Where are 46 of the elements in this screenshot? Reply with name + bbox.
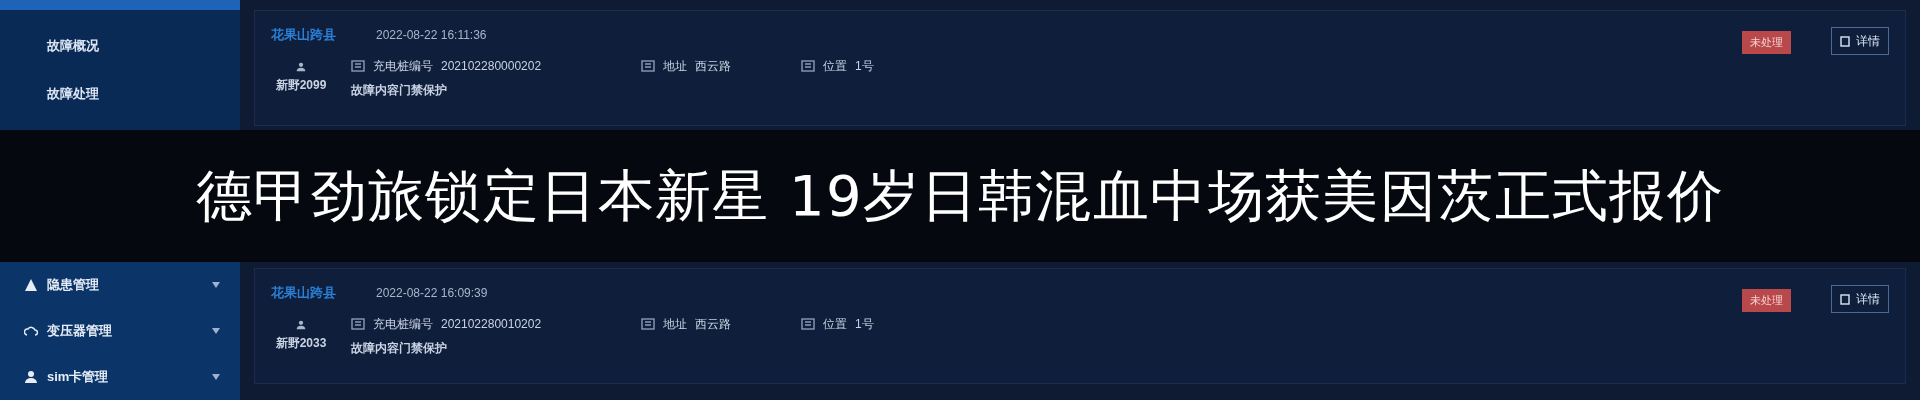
detail-button[interactable]: 详情: [1831, 27, 1889, 55]
site-link[interactable]: 花果山跨县: [271, 25, 336, 45]
field-value: 西云路: [695, 57, 731, 75]
field-value: 202102280010202: [441, 315, 542, 333]
status-badge: 未处理: [1742, 289, 1791, 312]
map-icon: [641, 59, 655, 72]
document-icon: [1840, 35, 1850, 47]
fault-content: 故障内容门禁保护: [351, 339, 448, 357]
chevron-icon: [212, 328, 220, 334]
field-label: 位置: [823, 315, 847, 333]
field-label: 充电桩编号: [373, 315, 433, 333]
user-name: 新野2099: [275, 76, 327, 94]
field-value: 1号: [855, 315, 874, 333]
field-label: 充电桩编号: [373, 57, 433, 75]
field-value: 1号: [855, 57, 874, 75]
user-name: 新野2033: [275, 334, 327, 352]
person-icon: [24, 370, 38, 384]
person-icon: [296, 319, 306, 330]
menu-item[interactable]: sim卡管理: [0, 354, 240, 400]
cloud-icon: [24, 324, 38, 338]
building-icon: [801, 317, 815, 330]
document-icon: [351, 317, 365, 330]
menu-item[interactable]: 变压器管理: [0, 308, 240, 354]
menu-item[interactable]: 隐患管理: [0, 262, 240, 308]
record-time: 2022-08-22 16:09:39: [376, 284, 488, 302]
caption: 德甲劲旅锁定日本新星 19岁日韩混血中场获美因茨正式报价: [195, 168, 1725, 224]
menu-item[interactable]: 故障处理: [0, 70, 240, 118]
chevron-icon: [212, 374, 220, 380]
map-icon: [641, 317, 655, 330]
document-icon: [351, 59, 365, 72]
field-label: 地址: [663, 57, 687, 75]
status-badge: 未处理: [1742, 31, 1791, 54]
warning-icon: [24, 278, 38, 292]
detail-button[interactable]: 详情: [1831, 285, 1889, 313]
document-icon: [1840, 293, 1850, 305]
building-icon: [801, 59, 815, 72]
person-icon: [296, 61, 306, 72]
field-value: 202102280000202: [441, 57, 542, 75]
site-link[interactable]: 花果山跨县: [271, 283, 336, 303]
field-label: 地址: [663, 315, 687, 333]
chevron-icon: [212, 282, 220, 288]
record-time: 2022-08-22 16:11:36: [376, 26, 487, 44]
menu-item[interactable]: 故障概况: [0, 22, 240, 70]
field-label: 位置: [823, 57, 847, 75]
field-value: 西云路: [695, 315, 731, 333]
fault-content: 故障内容门禁保护: [351, 81, 448, 99]
